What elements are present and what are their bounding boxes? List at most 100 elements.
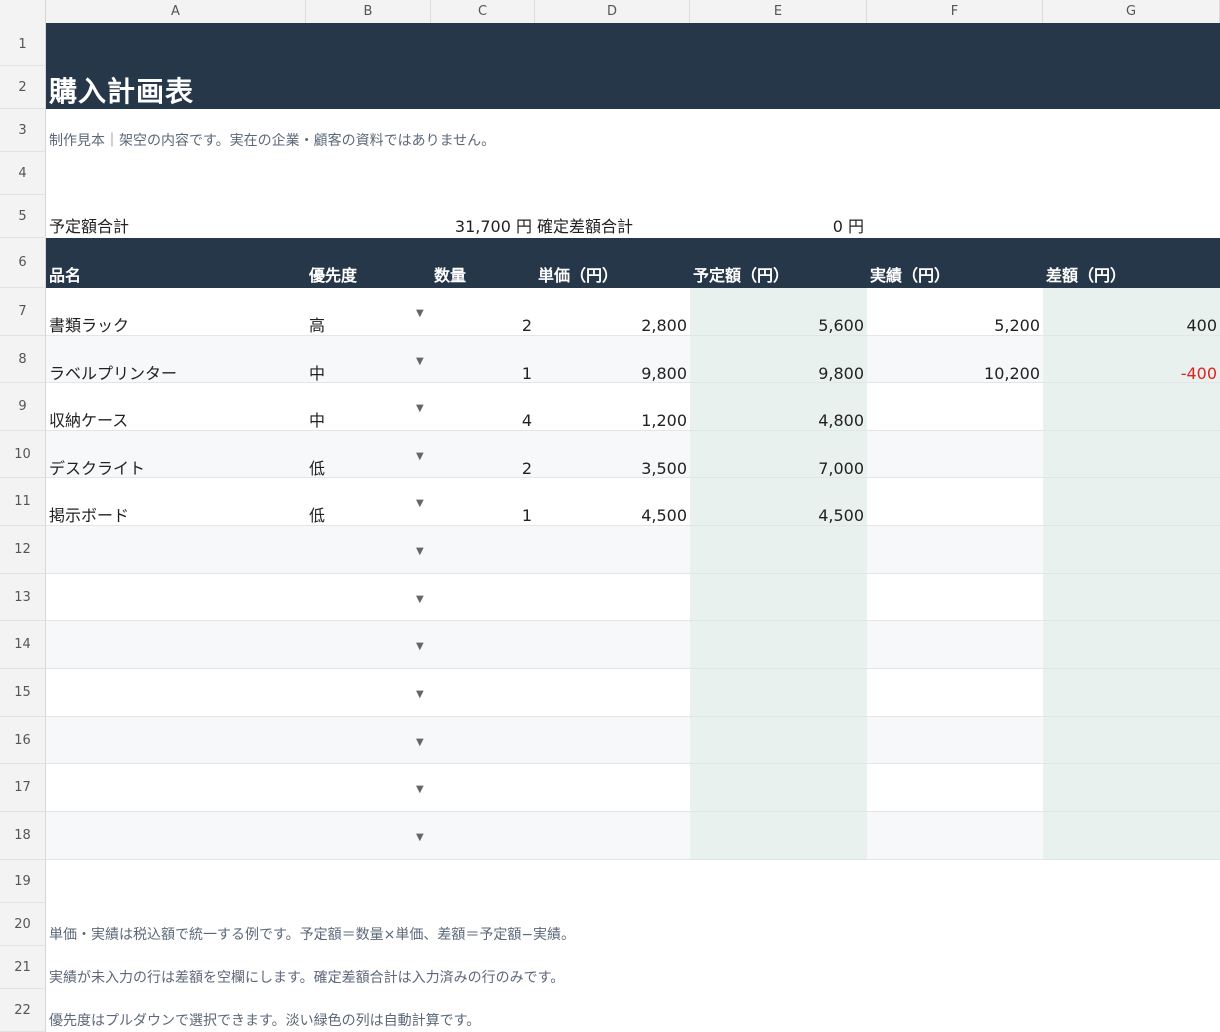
row-header-2[interactable]: 2 [0, 66, 46, 109]
row-header-8[interactable]: 8 [0, 336, 46, 383]
cell-price[interactable]: 9,800 [535, 336, 687, 383]
priority-dropdown-triangle-down-icon[interactable]: ▼ [416, 451, 424, 462]
row-header-4[interactable]: 4 [0, 152, 46, 195]
cell-name[interactable]: 掲示ボード [49, 478, 129, 526]
column-header-e[interactable]: E [690, 0, 867, 23]
cell-priority[interactable]: 低 [309, 431, 325, 478]
column-header-g[interactable]: G [1043, 0, 1220, 23]
cell-diff[interactable] [1043, 431, 1217, 478]
cell-qty[interactable]: 4 [431, 383, 532, 431]
row-header-16[interactable]: 16 [0, 717, 46, 764]
cell-priority[interactable]: 中 [309, 336, 325, 383]
row-divider [46, 573, 1220, 574]
cell-diff[interactable]: 400 [1043, 288, 1217, 336]
cell-priority[interactable]: 中 [309, 383, 325, 431]
cell-planned[interactable]: 4,500 [690, 478, 864, 526]
select-all-corner[interactable] [0, 0, 46, 23]
row-header-5[interactable]: 5 [0, 195, 46, 238]
row-header-6[interactable]: 6 [0, 238, 46, 288]
column-header-d[interactable]: D [535, 0, 690, 23]
cell-price[interactable]: 1,200 [535, 383, 687, 431]
column-header-bar: ABCDEFG [0, 0, 1220, 24]
row-header-3[interactable]: 3 [0, 109, 46, 152]
spreadsheet: ABCDEFG 1 2 3 4 5 6 7 8 9 10 11 12 13 14 15 16 17 18 19 20 2… [0, 0, 1220, 1032]
row-header-17[interactable]: 17 [0, 764, 46, 812]
cell-actual[interactable] [867, 383, 1040, 431]
row-divider [46, 859, 1220, 860]
row-divider [46, 668, 1220, 669]
column-header-a[interactable]: A [46, 0, 306, 23]
footer-note: 実績が未入力の行は差額を空欄にします。確定差額合計は入力済みの行のみです。 [49, 970, 565, 986]
cell-qty[interactable]: 2 [431, 288, 532, 336]
cell-price[interactable]: 3,500 [535, 431, 687, 478]
row-header-20[interactable]: 20 [0, 903, 46, 946]
priority-dropdown-triangle-down-icon[interactable]: ▼ [416, 832, 424, 843]
row-header-19[interactable]: 19 [0, 860, 46, 903]
subtitle-note: 制作見本｜架空の内容です。実在の企業・顧客の資料ではありません。 [49, 133, 496, 149]
planned-total-value: 31,700 円 [454, 217, 532, 236]
priority-dropdown-triangle-down-icon[interactable]: ▼ [416, 356, 424, 367]
cell-actual[interactable] [867, 431, 1040, 478]
row-header-14[interactable]: 14 [0, 621, 46, 669]
priority-dropdown-triangle-down-icon[interactable]: ▼ [416, 784, 424, 795]
cell-planned[interactable]: 5,600 [690, 288, 864, 336]
priority-dropdown-triangle-down-icon[interactable]: ▼ [416, 641, 424, 652]
priority-dropdown-triangle-down-icon[interactable]: ▼ [416, 594, 424, 605]
cell-planned[interactable]: 4,800 [690, 383, 864, 431]
cell-planned[interactable]: 9,800 [690, 336, 864, 383]
cell-diff[interactable] [1043, 478, 1217, 526]
row-header-10[interactable]: 10 [0, 431, 46, 478]
cell-qty[interactable]: 1 [431, 478, 532, 526]
row-divider [46, 763, 1220, 764]
page-title: 購入計画表 [49, 75, 195, 108]
cell-name[interactable]: ラベルプリンター [49, 336, 177, 383]
row-header-13[interactable]: 13 [0, 574, 46, 621]
cell-priority[interactable]: 低 [309, 478, 325, 526]
row-divider [46, 620, 1220, 621]
header-item-name[interactable]: 品名 [49, 238, 81, 288]
priority-dropdown-triangle-down-icon[interactable]: ▼ [416, 403, 424, 414]
cell-diff[interactable] [1043, 383, 1217, 431]
column-header-f[interactable]: F [867, 0, 1043, 23]
priority-dropdown-triangle-down-icon[interactable]: ▼ [416, 546, 424, 557]
diff-total-label: 確定差額合計 [537, 217, 634, 236]
cell-price[interactable]: 2,800 [535, 288, 687, 336]
cell-actual[interactable]: 5,200 [867, 288, 1040, 336]
cell-actual[interactable] [867, 478, 1040, 526]
row-header-7[interactable]: 7 [0, 288, 46, 336]
row-header-11[interactable]: 11 [0, 478, 46, 526]
planned-total-label: 予定額合計 [49, 217, 130, 236]
cell-diff[interactable]: -400 [1043, 336, 1217, 383]
cell-name[interactable]: デスクライト [49, 431, 145, 478]
header-difference[interactable]: 差額（円） [1046, 238, 1126, 288]
row-header-9[interactable]: 9 [0, 383, 46, 431]
header-unit-price[interactable]: 単価（円） [538, 238, 618, 288]
priority-dropdown-triangle-down-icon[interactable]: ▼ [416, 308, 424, 319]
row-header-1[interactable]: 1 [0, 23, 46, 66]
cell-qty[interactable]: 1 [431, 336, 532, 383]
row-header-12[interactable]: 12 [0, 526, 46, 574]
header-actual[interactable]: 実績（円） [870, 238, 950, 288]
header-priority[interactable]: 優先度 [309, 238, 357, 288]
row-header-21[interactable]: 21 [0, 946, 46, 989]
cell-priority[interactable]: 高 [309, 288, 325, 336]
row-header-18[interactable]: 18 [0, 812, 46, 860]
row-header-15[interactable]: 15 [0, 669, 46, 717]
column-header-c[interactable]: C [431, 0, 535, 23]
cell-planned[interactable]: 7,000 [690, 431, 864, 478]
cell-qty[interactable]: 2 [431, 431, 532, 478]
column-header-b[interactable]: B [306, 0, 431, 23]
row-header-22[interactable]: 22 [0, 989, 46, 1032]
cell-actual[interactable]: 10,200 [867, 336, 1040, 383]
priority-dropdown-triangle-down-icon[interactable]: ▼ [416, 689, 424, 700]
priority-dropdown-triangle-down-icon[interactable]: ▼ [416, 498, 424, 509]
header-quantity[interactable]: 数量 [434, 238, 466, 288]
priority-dropdown-triangle-down-icon[interactable]: ▼ [416, 737, 424, 748]
row-divider [46, 811, 1220, 812]
footer-note: 単価・実績は税込額で統一する例です。予定額＝数量×単価、差額＝予定額−実績。 [49, 927, 576, 943]
footer-note: 優先度はプルダウンで選択できます。淡い緑色の列は自動計算です。 [49, 1013, 481, 1029]
cell-name[interactable]: 書類ラック [49, 288, 129, 336]
header-planned-amount[interactable]: 予定額（円） [693, 238, 789, 288]
cell-price[interactable]: 4,500 [535, 478, 687, 526]
cell-name[interactable]: 収納ケース [49, 383, 128, 431]
